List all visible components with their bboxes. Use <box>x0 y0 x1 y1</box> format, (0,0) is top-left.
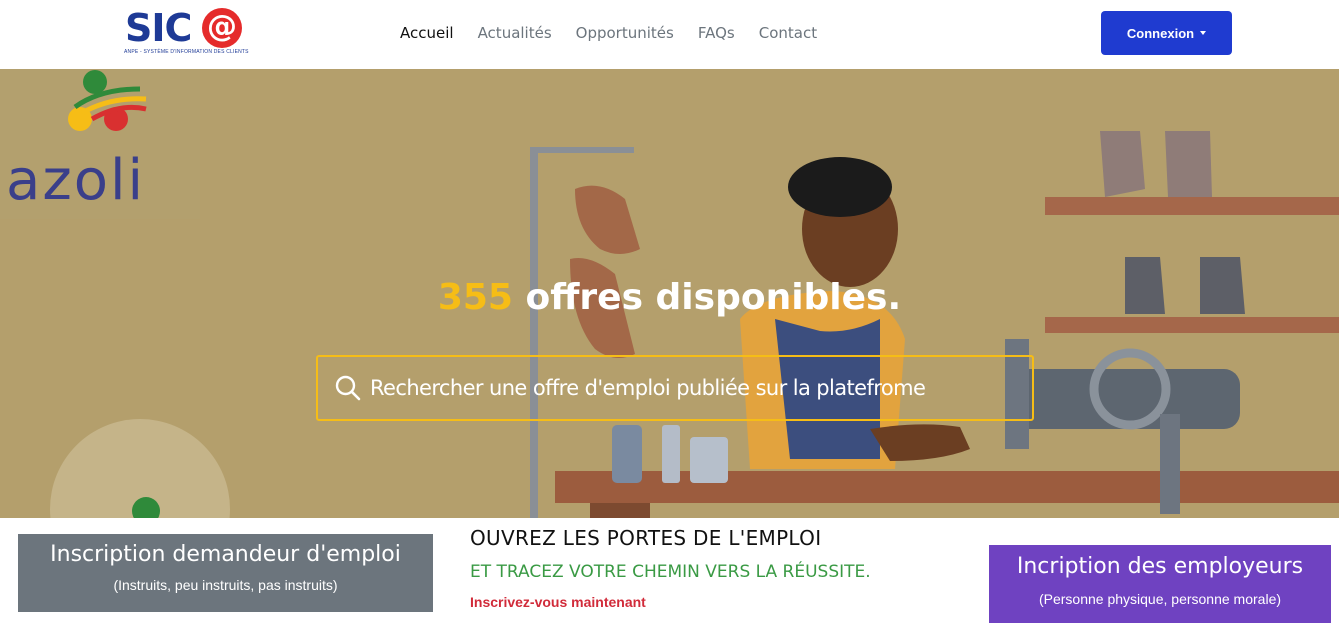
employer-signup-subtitle: (Personne physique, personne morale) <box>1038 591 1282 607</box>
main-nav: Accueil Actualités Opportunités FAQs Con… <box>400 0 841 66</box>
caret-down-icon <box>1200 31 1207 35</box>
logo-text: SIC <box>125 6 192 50</box>
nav-opportunites[interactable]: Opportunités <box>576 24 674 42</box>
nav-accueil[interactable]: Accueil <box>400 24 454 42</box>
sica-logo[interactable]: SIC @ ANPE - SYSTÈME D'INFORMATION DES C… <box>122 6 252 58</box>
connexion-button[interactable]: Connexion <box>1101 11 1232 55</box>
logo-subtitle: ANPE - SYSTÈME D'INFORMATION DES CLIENTS <box>124 49 249 55</box>
jobseeker-signup-subtitle: (Instruits, peu instruits, pas instruits… <box>113 577 338 593</box>
azoli-logo: azoli <box>0 69 200 219</box>
search-placeholder: Rechercher une offre d'emploi publiée su… <box>370 376 926 400</box>
pitch-tagline: ET TRACEZ VOTRE CHEMIN VERS LA RÉUSSITE. <box>470 562 871 582</box>
azoli-wordmark: azoli <box>6 148 146 213</box>
jobseeker-signup-title: Inscription demandeur d'emploi <box>50 542 401 567</box>
offers-count-heading: 355 offres disponibles. <box>0 277 1339 318</box>
signup-section: Inscription demandeur d'emploi (Instruit… <box>0 518 1339 623</box>
jobseeker-signup-card[interactable]: Inscription demandeur d'emploi (Instruit… <box>18 534 433 612</box>
hero-banner: azoli 355 offres disponibles. Rechercher… <box>0 69 1339 518</box>
pitch-headline: OUVREZ LES PORTES DE L'EMPLOI <box>470 526 822 550</box>
connexion-label: Connexion <box>1126 25 1195 41</box>
nav-contact[interactable]: Contact <box>759 24 817 42</box>
employer-signup-card[interactable]: Incription des employeurs (Personne phys… <box>989 545 1331 623</box>
offers-count-number: 355 <box>437 277 513 318</box>
signup-pitch: OUVREZ LES PORTES DE L'EMPLOI ET TRACEZ … <box>470 526 970 610</box>
search-icon <box>335 375 361 401</box>
top-navbar: SIC @ ANPE - SYSTÈME D'INFORMATION DES C… <box>0 0 1339 69</box>
nav-actualites[interactable]: Actualités <box>478 24 552 42</box>
logo-at-symbol: @ <box>202 8 242 48</box>
job-search-box[interactable]: Rechercher une offre d'emploi publiée su… <box>316 355 1034 421</box>
employer-signup-title: Incription des employeurs <box>1016 554 1304 579</box>
nav-faqs[interactable]: FAQs <box>698 24 735 42</box>
offers-count-text: offres disponibles. <box>512 277 902 318</box>
signup-now-link[interactable]: Inscrivez-vous maintenant <box>470 594 970 610</box>
